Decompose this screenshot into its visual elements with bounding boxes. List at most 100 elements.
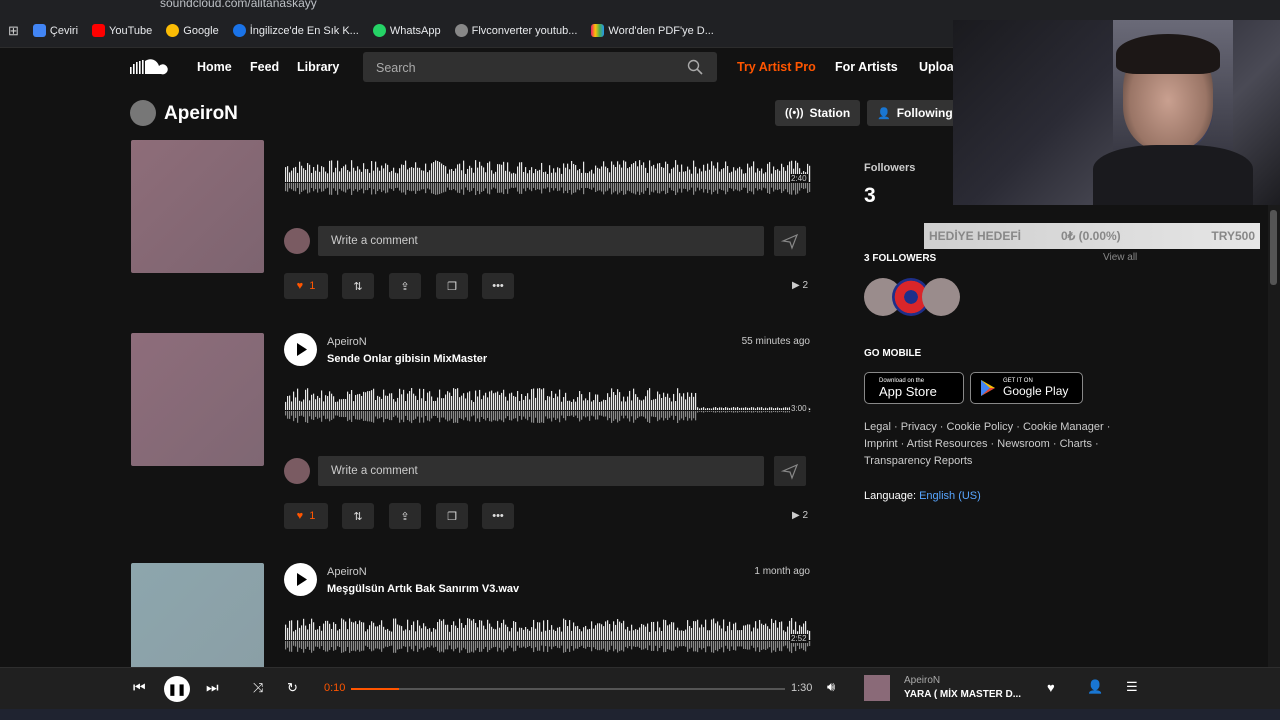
track-artwork[interactable]	[131, 563, 264, 667]
like-button[interactable]: ♥ 1	[284, 273, 328, 299]
play-count: ▶ 2	[792, 280, 809, 291]
url-text[interactable]: soundcloud.com/alitanaskayy	[160, 0, 317, 10]
send-comment-button[interactable]	[774, 456, 806, 486]
like-heart-icon[interactable]: ♥	[1047, 680, 1055, 695]
footer-links[interactable]: Legal · Privacy · Cookie Policy · Cookie…	[864, 419, 1154, 470]
total-time: 1:30	[791, 682, 813, 694]
playback-bar: ⏮ ❚❚ ⏭ ⤨ ↻ 0:10 1:30 🔊︎ ApeiroN YARA ( M…	[0, 667, 1280, 709]
google-play-button[interactable]: GET IT ON Google Play	[970, 372, 1083, 404]
nav-feed[interactable]: Feed	[250, 60, 279, 74]
comment-avatar	[284, 458, 310, 484]
previous-icon[interactable]: ⏮	[133, 679, 146, 696]
send-comment-button[interactable]	[774, 226, 806, 256]
pause-icon: ❚❚	[167, 683, 187, 696]
bookmark-google[interactable]: Google	[166, 24, 219, 37]
nav-for-artists[interactable]: For Artists	[835, 60, 898, 74]
following-button[interactable]: 👤 Following	[867, 100, 957, 126]
bookmark-whatsapp[interactable]: WhatsApp	[372, 24, 441, 37]
follower-avatar[interactable]	[922, 278, 960, 316]
track-artist[interactable]: ApeiroN	[327, 566, 367, 578]
track-artist[interactable]: ApeiroN	[327, 336, 367, 348]
apps-icon[interactable]: ⊞	[8, 23, 19, 39]
webcam-overlay	[953, 20, 1280, 205]
play-button[interactable]	[284, 563, 317, 596]
waveform[interactable]	[285, 610, 811, 660]
bookmark-word-pdf[interactable]: Word'den PDF'ye D...	[591, 24, 714, 37]
more-button[interactable]: •••	[482, 273, 514, 299]
elapsed-time: 0:10	[324, 682, 346, 694]
more-icon: •••	[492, 510, 504, 522]
follow-user-icon[interactable]: 👤	[1087, 679, 1103, 695]
globe-icon	[454, 24, 468, 37]
waveform[interactable]	[285, 380, 811, 430]
nav-home[interactable]: Home	[197, 60, 232, 74]
followers-label: Followers	[864, 162, 916, 174]
now-playing-title[interactable]: YARA ( MİX MASTER D...	[904, 689, 1021, 700]
comment-input[interactable]: Write a comment	[318, 456, 764, 486]
followers-heading: 3 FOLLOWERS	[864, 253, 937, 264]
station-button[interactable]: ((•)) Station	[775, 100, 861, 126]
footer-line: Imprint · Artist Resources · Newsroom · …	[864, 438, 1099, 450]
track-list: 2:40 Write a comment ♥ 1 ⇅ ⇪ ❐ ••• ▶ 2 Ap…	[0, 140, 840, 667]
shuffle-icon[interactable]: ⤨	[253, 680, 263, 696]
bookmark-flvconverter[interactable]: Flvconverter youtub...	[454, 24, 577, 37]
nav-library[interactable]: Library	[297, 60, 339, 74]
repost-button[interactable]: ⇅	[342, 503, 374, 529]
language-value[interactable]: English (US)	[919, 490, 981, 502]
translate-icon	[32, 24, 46, 37]
copy-link-button[interactable]: ❐	[436, 273, 468, 299]
app-store-button[interactable]: Download on the App Store	[864, 372, 964, 404]
now-playing-artist[interactable]: ApeiroN	[904, 675, 940, 686]
play-count-icon: ▶	[792, 280, 803, 291]
track-duration: 2:52	[790, 634, 808, 643]
profile-name: ApeiroN	[164, 103, 238, 124]
footer-line: Legal · Privacy · Cookie Policy · Cookie…	[864, 421, 1111, 433]
footer-line: Transparency Reports	[864, 455, 973, 467]
view-all-link[interactable]: View all	[1103, 252, 1137, 263]
track-upload-time: 1 month ago	[754, 566, 810, 577]
gift-goal-label: HEDİYE HEDEFİ	[929, 229, 1022, 243]
followers-count[interactable]: 3	[864, 184, 876, 208]
play-button[interactable]	[284, 333, 317, 366]
comment-input[interactable]: Write a comment	[318, 226, 764, 256]
waveform[interactable]	[285, 152, 811, 202]
next-icon[interactable]: ⏭	[206, 679, 219, 696]
pause-button[interactable]: ❚❚	[164, 676, 190, 702]
nav-try-artist-pro[interactable]: Try Artist Pro	[737, 60, 816, 74]
search-input[interactable]: Search	[363, 52, 717, 82]
os-taskbar	[0, 709, 1280, 720]
now-playing-artwork[interactable]	[864, 675, 890, 701]
bookmark-youtube[interactable]: YouTube	[92, 24, 152, 37]
share-button[interactable]: ⇪	[389, 273, 421, 299]
repeat-icon[interactable]: ↻	[287, 680, 298, 696]
play-count: ▶ 2	[792, 510, 809, 521]
scrollbar-thumb[interactable]	[1270, 210, 1277, 285]
profile-avatar[interactable]	[130, 100, 156, 126]
more-button[interactable]: •••	[482, 503, 514, 529]
bookmark-ceviri[interactable]: Çeviri	[32, 24, 78, 37]
copy-link-button[interactable]: ❐	[436, 503, 468, 529]
search-icon[interactable]	[687, 59, 703, 75]
heart-icon: ♥	[296, 510, 304, 522]
share-button[interactable]: ⇪	[389, 503, 421, 529]
station-icon: ((•))	[785, 107, 804, 119]
volume-icon[interactable]: 🔊︎	[827, 679, 835, 695]
like-button[interactable]: ♥ 1	[284, 503, 328, 529]
queue-icon[interactable]: ☰	[1126, 679, 1138, 695]
play-icon	[297, 343, 307, 356]
track-artwork[interactable]	[131, 140, 264, 273]
track-title[interactable]: Sende Onlar gibisin MixMaster	[327, 353, 487, 365]
progress-track[interactable]	[351, 688, 785, 690]
repost-button[interactable]: ⇅	[342, 273, 374, 299]
track-artwork[interactable]	[131, 333, 264, 466]
bookmark-ingilizce[interactable]: İngilizce'de En Sık K...	[232, 24, 359, 37]
repost-icon: ⇅	[353, 280, 363, 293]
go-mobile-heading: GO MOBILE	[864, 348, 922, 359]
soundcloud-logo-icon[interactable]	[130, 58, 170, 76]
colorful-icon	[591, 24, 605, 37]
send-icon	[780, 463, 799, 480]
progress-fill	[351, 688, 399, 690]
send-icon	[780, 233, 799, 250]
language-selector[interactable]: Language: English (US)	[864, 490, 981, 502]
track-title[interactable]: Meşgülsün Artık Bak Sanırım V3.wav	[327, 583, 519, 595]
